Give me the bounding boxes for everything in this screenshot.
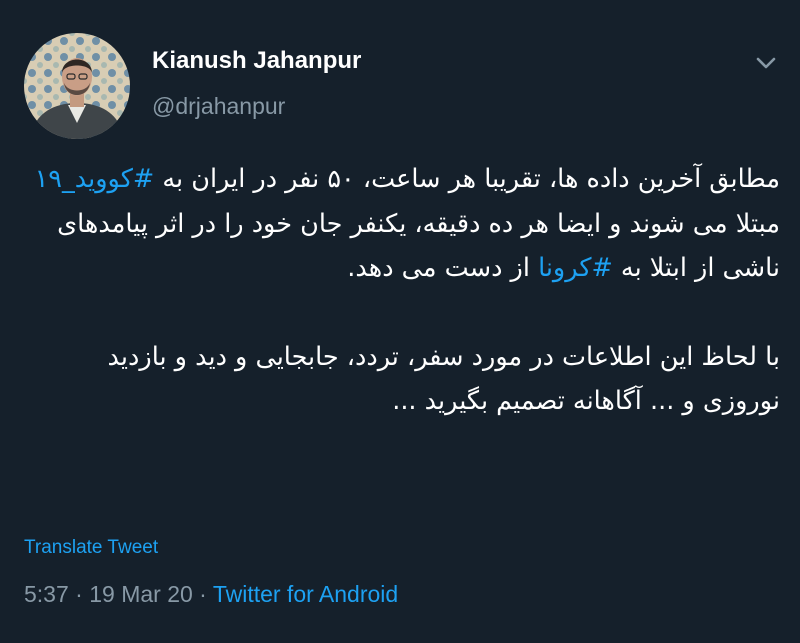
tweet-text-segment: از دست می دهد. [347,253,539,283]
tweet-metadata: 5:37 · 19 Mar 20 · Twitter for Android [24,581,398,608]
tweet-paragraph-2: با لحاظ این اطلاعات در مورد سفر، تردد، ج… [107,341,780,417]
display-name[interactable]: Kianush Jahanpur [152,47,361,75]
hashtag-link-covid19[interactable]: #کووید_۱۹ [35,164,155,194]
tweet-text: مطابق آخرین داده ها، تقریبا هر ساعت، ۵۰ … [26,157,780,424]
translate-tweet-link[interactable]: Translate Tweet [24,537,158,559]
hashtag-link-corona[interactable]: #کرونا [538,253,613,283]
tweet-menu-button[interactable] [752,52,780,74]
meta-separator: · [68,581,90,607]
meta-separator: · [192,581,213,607]
avatar[interactable] [24,33,130,139]
tweet-paragraph-1: مطابق آخرین داده ها، تقریبا هر ساعت، ۵۰ … [26,157,780,291]
tweet-date[interactable]: 19 Mar 20 [89,581,193,607]
tweet-time[interactable]: 5:37 [24,581,69,607]
avatar-image [24,33,130,139]
tweet-text-segment: مطابق آخرین داده ها، تقریبا هر ساعت، ۵۰ … [154,164,780,194]
tweet-source-link[interactable]: Twitter for Android [213,581,398,607]
username-handle[interactable]: @drjahanpur [152,93,285,120]
chevron-down-icon [756,57,776,69]
